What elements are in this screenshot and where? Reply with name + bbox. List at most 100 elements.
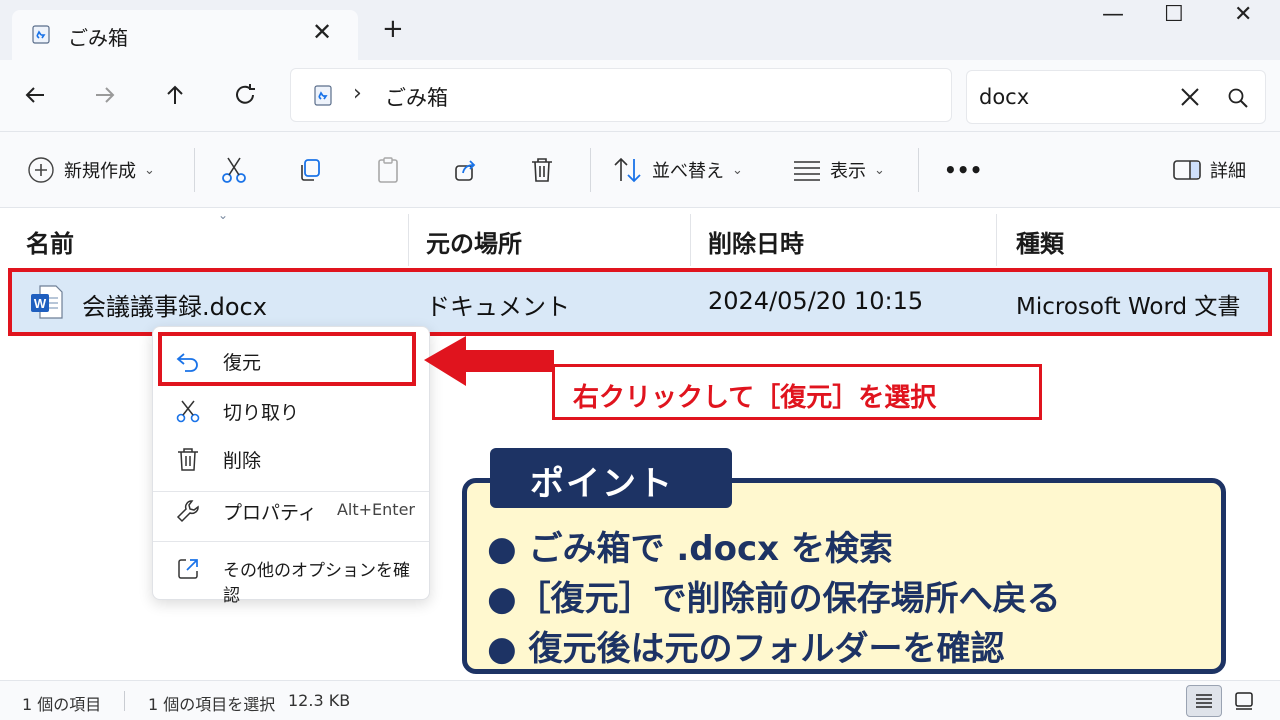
refresh-button[interactable] [228, 78, 262, 112]
point-tag: ポイント [490, 448, 732, 508]
cut-button[interactable] [220, 152, 248, 188]
trash-icon [532, 158, 552, 182]
scissors-icon [176, 400, 200, 423]
arrow-right-icon [96, 87, 115, 103]
point-bullet: ● 復元後は元のフォルダーを確認 [487, 629, 1005, 669]
column-type[interactable]: 種類 [1016, 224, 1064, 259]
arrow-left-icon [25, 87, 44, 103]
callout-text: 右クリックして［復元］を選択 [573, 383, 937, 413]
menu-item-more-options[interactable]: その他のオプションを確認 [161, 545, 423, 606]
tab-title: ごみ箱 [68, 26, 128, 50]
file-type: Microsoft Word 文書 [1016, 294, 1241, 320]
copy-icon [301, 159, 320, 181]
sort-button[interactable]: 並べ替え ⌄ [612, 152, 743, 188]
details-pane-icon [1173, 160, 1201, 180]
column-name[interactable]: 名前 [26, 224, 74, 259]
view-label: 表示 [830, 161, 866, 182]
toolbar-divider [918, 148, 919, 192]
menu-item-shortcut: Alt+Enter [336, 500, 415, 519]
chevron-right-icon[interactable]: › [353, 81, 362, 106]
status-divider [124, 691, 125, 711]
arrow-up-icon [167, 85, 183, 104]
tile-view-icon [1235, 692, 1253, 710]
search-icon[interactable] [1225, 85, 1251, 111]
view-button[interactable]: 表示 ⌄ [792, 152, 885, 188]
minimize-icon[interactable]: — [1102, 2, 1124, 27]
selection-size: 12.3 KB [288, 691, 351, 710]
clear-search-icon[interactable] [1175, 79, 1205, 115]
wrench-icon [176, 500, 199, 523]
scissors-icon [222, 157, 246, 183]
menu-item-label: その他のオプションを確認 [223, 561, 410, 606]
more-icon: ••• [944, 158, 983, 182]
menu-item-label: 切り取り [223, 402, 300, 424]
address-row: › ごみ箱 [0, 60, 1280, 132]
menu-item-label: プロパティ [223, 502, 317, 524]
address-bar[interactable]: › ごみ箱 [290, 68, 952, 122]
callout-arrow-icon [424, 336, 554, 386]
menu-item-cut[interactable]: 切り取り [161, 387, 423, 433]
refresh-icon [236, 84, 255, 104]
toolbar-divider [590, 148, 591, 192]
menu-item-label: 削除 [223, 450, 262, 472]
file-deleted-date: 2024/05/20 10:15 [708, 287, 924, 315]
chevron-down-icon: ⌄ [732, 162, 743, 178]
file-name: 会議議事録.docx [82, 293, 267, 321]
new-button[interactable]: 新規作成 ⌄ [26, 152, 155, 188]
menu-item-delete[interactable]: 削除 [161, 435, 423, 481]
command-bar: 新規作成 ⌄ 並べ替え ⌄ 表示 ⌄ ••• 詳細 [0, 132, 1280, 208]
new-tab-button[interactable]: + [382, 14, 404, 44]
window-close-icon[interactable]: ✕ [1234, 2, 1252, 27]
new-label: 新規作成 [64, 161, 136, 182]
context-menu: 復元 切り取り 削除 プロパティ Alt+Enter その他のオプションを確認 [152, 326, 430, 606]
up-button[interactable] [158, 78, 192, 112]
column-divider[interactable] [690, 214, 691, 266]
svg-text:W: W [34, 296, 47, 311]
sort-label: 並べ替え [652, 161, 724, 182]
maximize-icon[interactable]: ☐ [1164, 2, 1184, 27]
file-row[interactable]: W 会議議事録.docx ドキュメント 2024/05/20 10:15 Mic… [12, 270, 1270, 334]
clipboard-icon [378, 157, 398, 183]
trash-icon [178, 448, 198, 471]
item-count: 1 個の項目 [22, 695, 102, 714]
menu-item-properties[interactable]: プロパティ Alt+Enter [161, 487, 423, 533]
sort-indicator-icon: ⌄ [218, 208, 229, 222]
tab-recycle-bin[interactable]: ごみ箱 ✕ [12, 10, 358, 60]
search-box[interactable] [966, 70, 1266, 124]
breadcrumb-recycle-bin[interactable]: ごみ箱 [385, 82, 448, 112]
column-deleted-date[interactable]: 削除日時 [708, 224, 804, 259]
share-button[interactable] [452, 152, 480, 188]
toolbar-divider [194, 148, 195, 192]
plus-circle-icon [28, 157, 54, 183]
column-divider[interactable] [408, 214, 409, 266]
point-bullet: ● ごみ箱で .docx を検索 [487, 529, 893, 569]
point-tag-label: ポイント [530, 464, 674, 504]
tab-strip: ごみ箱 ✕ + — ☐ ✕ [0, 0, 1280, 60]
status-bar: 1 個の項目 1 個の項目を選択 12.3 KB [0, 680, 1280, 720]
menu-item-label: 復元 [223, 352, 262, 374]
delete-button[interactable] [528, 152, 556, 188]
recycle-bin-icon [314, 85, 332, 106]
details-view-button[interactable] [1186, 685, 1222, 717]
menu-item-restore[interactable]: 復元 [161, 337, 423, 383]
paste-button[interactable] [374, 152, 402, 188]
undo-arrow-icon [176, 353, 198, 372]
instruction-callout: 右クリックして［復元］を選択 [552, 364, 1042, 420]
tiles-view-button[interactable] [1226, 685, 1262, 717]
point-bullet: ●［復元］で削除前の保存場所へ戻る [487, 579, 1061, 619]
details-label: 詳細 [1210, 161, 1246, 182]
list-view-icon [794, 161, 820, 181]
forward-button[interactable] [88, 78, 122, 112]
chevron-down-icon: ⌄ [144, 162, 155, 178]
column-divider[interactable] [996, 214, 997, 266]
more-options-button[interactable]: ••• [944, 152, 982, 188]
search-input[interactable] [979, 81, 1169, 113]
sort-icon [614, 157, 641, 183]
details-pane-button[interactable]: 詳細 [1172, 152, 1246, 188]
share-icon [455, 160, 476, 181]
column-header: ⌄ 名前 元の場所 削除日時 種類 [0, 208, 1280, 270]
tab-close-icon[interactable]: ✕ [312, 18, 332, 46]
copy-button[interactable] [296, 152, 324, 188]
column-original-location[interactable]: 元の場所 [426, 224, 522, 259]
back-button[interactable] [18, 78, 52, 112]
